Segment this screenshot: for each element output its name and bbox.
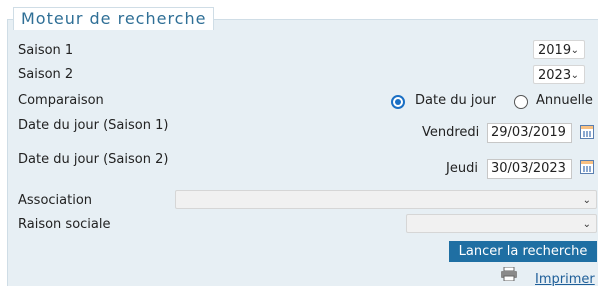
saison1-label: Saison 1 bbox=[18, 43, 74, 58]
saison1-select[interactable]: 2019 ⌄ bbox=[533, 40, 585, 59]
date1-input[interactable]: 29/03/2019 bbox=[487, 123, 572, 143]
chevron-down-icon: ⌄ bbox=[570, 45, 579, 56]
calendar-icon[interactable] bbox=[580, 125, 594, 139]
calendar-icon[interactable] bbox=[580, 160, 594, 174]
saison2-value: 2023 bbox=[538, 68, 572, 83]
panel-title: Moteur de recherche bbox=[13, 7, 215, 30]
printer-icon[interactable] bbox=[500, 267, 518, 281]
chevron-down-icon: ⌄ bbox=[582, 195, 591, 206]
date2-label: Date du jour (Saison 2) bbox=[18, 152, 169, 167]
radio-annuelle[interactable] bbox=[514, 95, 528, 109]
date1-label: Date du jour (Saison 1) bbox=[18, 118, 169, 133]
radio-date-du-jour[interactable] bbox=[391, 95, 405, 109]
association-label: Association bbox=[18, 193, 93, 208]
radio-date-du-jour-label: Date du jour bbox=[415, 93, 496, 108]
saison2-select[interactable]: 2023 ⌄ bbox=[533, 65, 585, 84]
saison1-value: 2019 bbox=[538, 43, 572, 58]
raison-select[interactable]: ⌄ bbox=[406, 214, 597, 233]
search-button[interactable]: Lancer la recherche bbox=[449, 241, 597, 262]
comparaison-label: Comparaison bbox=[18, 93, 104, 108]
saison2-label: Saison 2 bbox=[18, 67, 74, 82]
chevron-down-icon: ⌄ bbox=[582, 219, 591, 230]
association-select[interactable]: ⌄ bbox=[175, 190, 597, 209]
chevron-down-icon: ⌄ bbox=[570, 70, 579, 81]
date1-day: Vendredi bbox=[422, 125, 480, 140]
raison-label: Raison sociale bbox=[18, 217, 111, 232]
date2-input[interactable]: 30/03/2023 bbox=[487, 159, 572, 179]
print-link[interactable]: Imprimer bbox=[535, 272, 595, 287]
radio-annuelle-label: Annuelle bbox=[536, 93, 593, 108]
date2-day: Jeudi bbox=[446, 161, 478, 176]
